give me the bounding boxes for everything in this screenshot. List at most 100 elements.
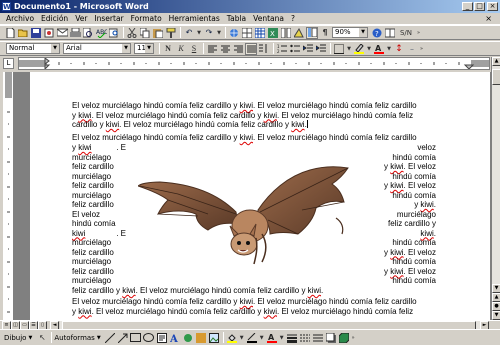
toolbar-options-icon[interactable]: » [416, 27, 421, 39]
highlight-dropdown-icon[interactable]: ▼ [366, 43, 372, 55]
text-box-icon[interactable] [156, 332, 168, 344]
show-hide-icon[interactable]: ¶ [319, 27, 331, 39]
permission-icon[interactable] [43, 27, 55, 39]
menu-ventana[interactable]: Ventana [253, 14, 284, 23]
previous-page-icon[interactable]: ▲ [492, 293, 500, 302]
browse-object-icon[interactable]: ● [492, 302, 500, 311]
shrink-font-icon[interactable]: ₋ [406, 43, 418, 55]
draw-font-color-dropdown-icon[interactable]: ▼ [279, 332, 285, 344]
scroll-up-icon[interactable]: ▲ [492, 57, 500, 66]
print-icon[interactable] [69, 27, 81, 39]
close-document-button[interactable]: × [485, 14, 492, 23]
align-right-icon[interactable] [232, 43, 244, 55]
tables-borders-icon[interactable] [241, 27, 253, 39]
spelling-icon[interactable]: ABC [95, 27, 107, 39]
shadow-style-icon[interactable] [325, 332, 337, 344]
vertical-ruler[interactable] [3, 72, 14, 320]
toolbar-options-icon[interactable]: » [419, 43, 424, 55]
format-painter-icon[interactable] [165, 27, 177, 39]
menu-herramientas[interactable]: Herramientas [169, 14, 220, 23]
reading-mode-button[interactable]: S/N [397, 27, 415, 39]
document-page[interactable]: El veloz murciélago hindú comía feliz ca… [30, 72, 490, 320]
bullets-icon[interactable] [289, 43, 301, 55]
fill-dropdown-icon[interactable]: ▼ [239, 332, 245, 344]
scroll-thumb[interactable] [492, 69, 500, 85]
paste-icon[interactable] [152, 27, 164, 39]
minimize-button[interactable]: _ [462, 2, 473, 11]
bold-icon[interactable]: N [162, 43, 174, 55]
help-icon[interactable]: ? [371, 27, 383, 39]
line-color-icon[interactable] [246, 332, 258, 344]
dash-style-icon[interactable] [299, 332, 311, 344]
autoshapes-menu[interactable]: Autoformas [54, 334, 95, 342]
wordart-icon[interactable]: A [169, 332, 181, 344]
underline-icon[interactable]: S [188, 43, 200, 55]
zoom-select[interactable]: 90% ▼ [332, 27, 368, 38]
select-objects-icon[interactable]: ↖ [36, 332, 48, 344]
line-icon[interactable] [104, 332, 116, 344]
email-icon[interactable] [56, 27, 68, 39]
cut-icon[interactable] [126, 27, 138, 39]
diagram-icon[interactable] [182, 332, 194, 344]
increase-indent-icon[interactable] [315, 43, 327, 55]
borders-dropdown-icon[interactable]: ▼ [346, 43, 352, 55]
open-icon[interactable] [17, 27, 29, 39]
highlight-icon[interactable] [353, 43, 365, 55]
vertical-scrollbar[interactable]: ▲ ▼ ▲ ● ▼ [491, 57, 500, 320]
insert-excel-icon[interactable]: X [267, 27, 279, 39]
insert-table-icon[interactable] [254, 27, 266, 39]
print-preview-icon[interactable] [82, 27, 94, 39]
menu-archivo[interactable]: Archivo [6, 14, 34, 23]
font-select[interactable]: Arial ▼ [63, 43, 131, 54]
fill-color-icon[interactable] [226, 332, 238, 344]
redo-dropdown-icon[interactable]: ▼ [216, 27, 222, 39]
chevron-down-icon[interactable]: ▼ [28, 335, 32, 341]
arrow-icon[interactable] [117, 332, 129, 344]
columns-icon[interactable] [280, 27, 292, 39]
font-size-select[interactable]: 11 ▼ [134, 43, 154, 54]
menu-insertar[interactable]: Insertar [94, 14, 123, 23]
line-style-icon[interactable] [286, 332, 298, 344]
bat-image[interactable] [138, 164, 368, 266]
horizontal-scrollbar[interactable]: ≡ ◫ ▭ ☰ ▯ ◄ ► [0, 320, 500, 330]
redo-icon[interactable]: ↷ [203, 27, 215, 39]
menu-ver[interactable]: Ver [75, 14, 87, 23]
numbering-icon[interactable]: 12 [276, 43, 288, 55]
menu-formato[interactable]: Formato [131, 14, 162, 23]
align-center-icon[interactable] [219, 43, 231, 55]
document-map-icon[interactable] [306, 26, 318, 39]
italic-icon[interactable]: K [175, 43, 187, 55]
align-left-icon[interactable] [206, 43, 218, 55]
drawing-menu[interactable]: Dibujo [4, 334, 26, 342]
justify-icon[interactable] [245, 42, 257, 55]
menu-tabla[interactable]: Tabla [227, 14, 246, 23]
tab-selector[interactable]: L [3, 58, 14, 69]
rectangle-icon[interactable] [130, 332, 142, 344]
new-icon[interactable] [4, 27, 16, 39]
research-icon[interactable] [108, 27, 120, 39]
close-button[interactable]: × [487, 2, 498, 11]
next-page-icon[interactable]: ▼ [492, 311, 500, 320]
copy-icon[interactable] [139, 27, 151, 39]
draw-font-color-icon[interactable]: A [266, 332, 278, 344]
menu-ayuda[interactable]: ? [291, 14, 295, 23]
undo-dropdown-icon[interactable]: ▼ [196, 27, 202, 39]
decrease-indent-icon[interactable] [302, 43, 314, 55]
maximize-button[interactable]: □ [474, 2, 485, 11]
toolbar-options-icon[interactable]: » [351, 332, 356, 344]
line-spacing-icon[interactable] [258, 43, 270, 55]
clip-art-icon[interactable] [195, 332, 207, 344]
oval-icon[interactable] [143, 332, 155, 344]
arrow-style-icon[interactable] [312, 332, 324, 344]
style-select[interactable]: Normal ▼ [6, 43, 60, 54]
scroll-down-icon[interactable]: ▼ [492, 284, 500, 293]
word-app-icon[interactable]: W [2, 2, 11, 11]
hyperlink-icon[interactable] [228, 27, 240, 39]
font-color-icon[interactable]: A [373, 43, 385, 55]
chevron-down-icon[interactable]: ▼ [97, 335, 101, 341]
font-color-dropdown-icon[interactable]: ▼ [386, 43, 392, 55]
undo-icon[interactable]: ↶ [183, 27, 195, 39]
3d-style-icon[interactable] [338, 332, 350, 344]
borders-icon[interactable] [333, 43, 345, 55]
read-icon[interactable] [384, 27, 396, 39]
